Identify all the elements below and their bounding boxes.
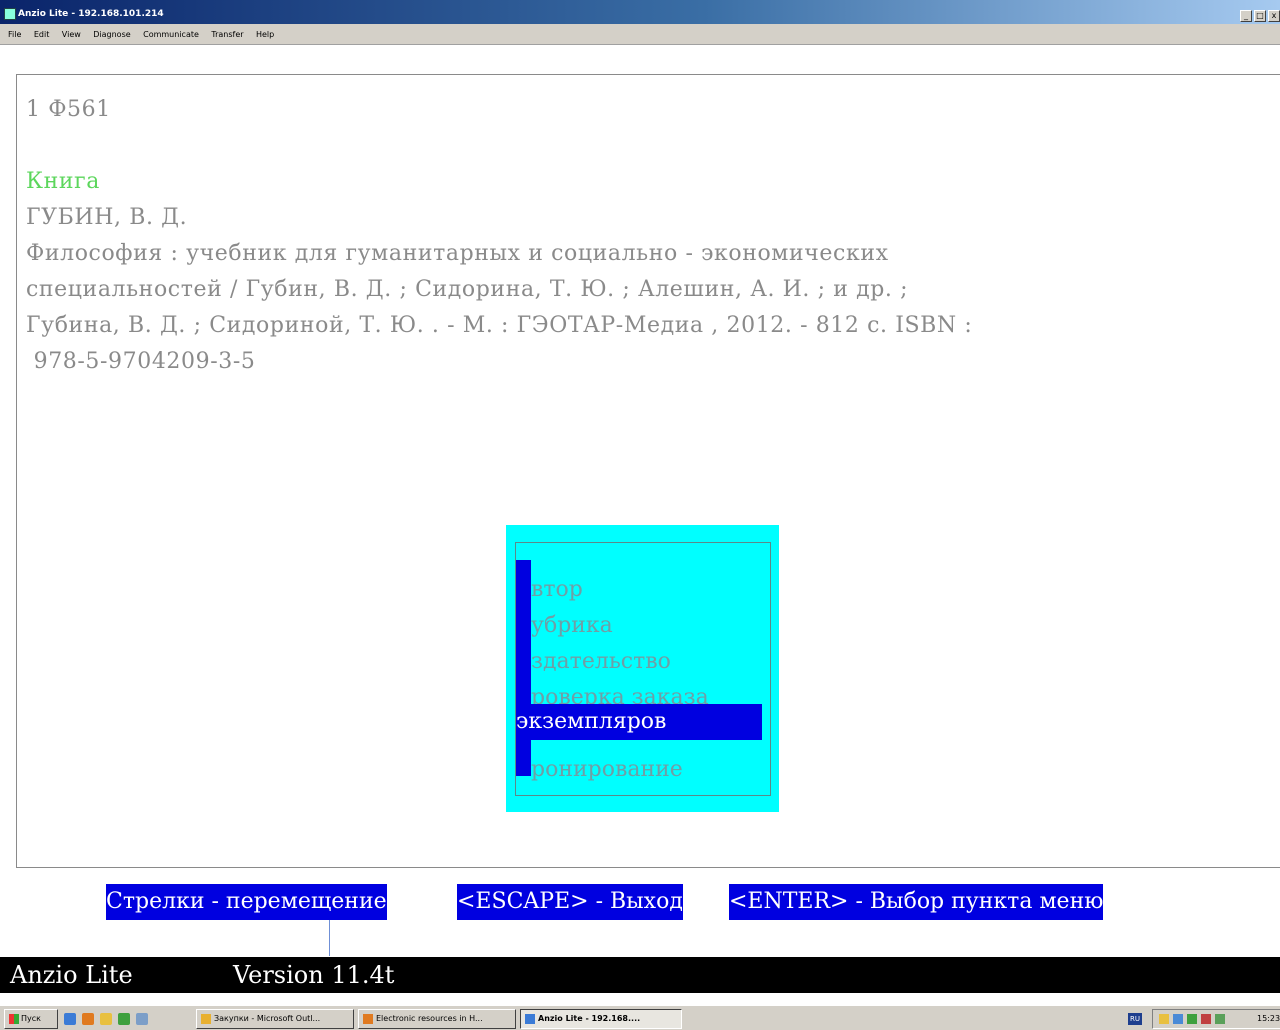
status-bar: Anzio Lite Version 11.4t — [0, 957, 1280, 993]
taskbar: Пуск Закупки - Microsoft Outl... Electro… — [0, 1005, 1280, 1030]
author-line: ГУБИН, В. Д. — [26, 205, 188, 230]
outlook-icon — [201, 1013, 211, 1024]
menu-view[interactable]: View — [62, 30, 81, 39]
taskbar-item-firefox[interactable]: Electronic resources in H... — [358, 1009, 516, 1029]
isbn-line: 978-5-9704209-3-5 — [26, 349, 256, 374]
menu-item-author[interactable]: Автор — [516, 560, 583, 602]
menu-bar: File Edit View Diagnose Communicate Tran… — [0, 24, 1280, 45]
menu-file[interactable]: File — [8, 30, 21, 39]
tray-volume-icon[interactable] — [1215, 1014, 1225, 1024]
close-icon[interactable]: x — [1268, 10, 1280, 22]
hint-escape: <ESCAPE> - Выход — [457, 884, 683, 920]
quicklaunch-firefox-icon[interactable] — [82, 1013, 94, 1025]
menu-item-order-check[interactable]: Проверка заказа — [516, 668, 709, 710]
taskbar-item-anzio[interactable]: Anzio Lite - 192.168.... — [520, 1009, 682, 1029]
status-app-name: Anzio Lite — [10, 961, 133, 989]
anzio-icon — [525, 1013, 535, 1024]
menu-transfer[interactable]: Transfer — [211, 30, 243, 39]
maximize-icon[interactable]: □ — [1254, 10, 1266, 22]
quicklaunch-tool-icon[interactable] — [136, 1013, 148, 1025]
menu-item-copies[interactable]: экземпляров — [516, 704, 762, 740]
doc-type: Книга — [26, 169, 100, 194]
firefox-icon — [363, 1013, 373, 1024]
text-cursor — [329, 920, 330, 956]
description-line-2: специальностей / Губин, В. Д. ; Сидорина… — [26, 277, 909, 302]
windows-logo-icon — [9, 1013, 19, 1024]
menu-item-publisher[interactable]: Издательство — [516, 632, 671, 674]
quicklaunch-app-icon[interactable] — [118, 1013, 130, 1025]
minimize-icon[interactable]: _ — [1240, 10, 1252, 22]
title-bar: Anzio Lite - 192.168.101.214 _ □ x — [0, 0, 1280, 24]
description-line-3: Губина, В. Д. ; Сидориной, Т. Ю. . - М. … — [26, 313, 973, 338]
menu-diagnose[interactable]: Diagnose — [93, 30, 130, 39]
menu-edit[interactable]: Edit — [34, 30, 50, 39]
quicklaunch-folder-icon[interactable] — [100, 1013, 112, 1025]
menu-item-rubric[interactable]: Рубрика — [516, 596, 613, 638]
menu-communicate[interactable]: Communicate — [143, 30, 199, 39]
menu-item-booking[interactable]: Бронирование — [516, 740, 683, 782]
clock: 15:23 — [1257, 1014, 1280, 1023]
hint-arrows: Стрелки - перемещение — [106, 884, 387, 920]
start-button[interactable]: Пуск — [4, 1009, 58, 1029]
tray-folder-icon[interactable] — [1159, 1014, 1169, 1024]
menu-help[interactable]: Help — [256, 30, 274, 39]
tray-antivirus-icon[interactable] — [1187, 1014, 1197, 1024]
description-line-1: Философия : учебник для гуманитарных и с… — [26, 241, 889, 266]
quicklaunch-desktop-icon[interactable] — [64, 1013, 76, 1025]
app-icon — [4, 8, 16, 20]
record-number: 1 Ф561 — [26, 97, 111, 122]
language-indicator[interactable]: RU — [1128, 1013, 1142, 1025]
status-version: Version 11.4t — [233, 961, 395, 989]
tray-network-icon[interactable] — [1173, 1014, 1183, 1024]
system-tray: 15:23 — [1152, 1009, 1280, 1029]
taskbar-item-outlook[interactable]: Закупки - Microsoft Outl... — [196, 1009, 354, 1029]
hint-enter: <ENTER> - Выбор пункта меню — [729, 884, 1104, 920]
window-title: Anzio Lite - 192.168.101.214 — [18, 9, 164, 19]
tray-alert-icon[interactable] — [1201, 1014, 1211, 1024]
